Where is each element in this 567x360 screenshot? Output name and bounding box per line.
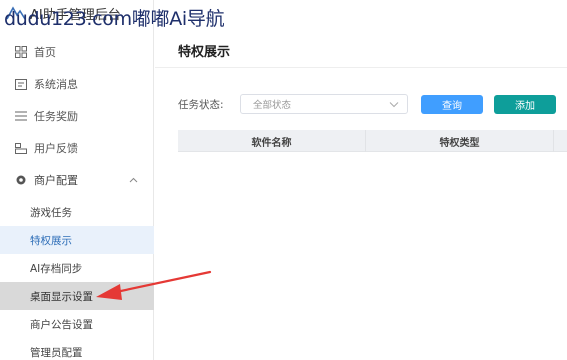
submenu-item-admin-config[interactable]: 管理员配置 xyxy=(0,338,154,360)
sidebar-item-merchant-config[interactable]: 商户配置 xyxy=(0,164,154,196)
chevron-down-icon xyxy=(389,100,399,111)
submenu-item-desktop-display-settings[interactable]: 桌面显示设置 xyxy=(0,282,154,310)
submenu-item-game-tasks[interactable]: 游戏任务 xyxy=(0,198,154,226)
message-icon xyxy=(14,77,28,91)
add-button[interactable]: 添加 xyxy=(494,95,556,114)
sidebar-item-messages[interactable]: 系统消息 xyxy=(0,68,154,100)
submenu-item-label: 管理员配置 xyxy=(30,346,83,359)
table-header: 软件名称 特权类型 xyxy=(178,130,567,152)
sidebar-item-label: 系统消息 xyxy=(34,78,78,91)
sidebar-item-label: 商户配置 xyxy=(34,174,78,187)
submenu-item-label: 桌面显示设置 xyxy=(30,290,93,303)
task-status-select[interactable]: 全部状态 xyxy=(240,94,408,114)
sidebar-item-rewards[interactable]: 任务奖励 xyxy=(0,100,154,132)
sidebar-item-home[interactable]: 首页 xyxy=(0,36,154,68)
select-value: 全部状态 xyxy=(253,100,292,111)
submenu: 游戏任务 特权展示 AI存档同步 桌面显示设置 商户公告设置 管理员配置 xyxy=(0,198,154,360)
submenu-item-label: AI存档同步 xyxy=(30,262,83,275)
column-header-software-name[interactable]: 软件名称 xyxy=(178,130,366,152)
submenu-item-label: 特权展示 xyxy=(30,234,72,247)
submenu-item-privilege-display[interactable]: 特权展示 xyxy=(0,226,154,254)
watermark: dudu123.com嘟嘟Ai导航 xyxy=(4,8,225,30)
list-icon xyxy=(14,109,28,123)
submenu-item-label: 游戏任务 xyxy=(30,206,72,219)
sidebar-item-feedback[interactable]: 用户反馈 xyxy=(0,132,154,164)
column-header-privilege-type[interactable]: 特权类型 xyxy=(366,130,554,152)
sidebar-item-label: 任务奖励 xyxy=(34,110,78,123)
column-header-extra xyxy=(554,130,567,152)
settings-icon xyxy=(14,173,28,187)
sidebar-item-label: 首页 xyxy=(34,46,56,59)
grid-icon xyxy=(14,45,28,59)
sidebar: 首页 系统消息 任务奖励 用户反馈 商户配置 游戏任务 特权展示 AI存档同步 … xyxy=(0,0,154,360)
filter-row: 任务状态: 全部状态 xyxy=(178,94,408,114)
feedback-icon xyxy=(14,141,28,155)
submenu-item-merchant-notice-settings[interactable]: 商户公告设置 xyxy=(0,310,154,338)
page-title: 特权展示 xyxy=(178,45,231,60)
sidebar-menu: 首页 系统消息 任务奖励 用户反馈 商户配置 xyxy=(0,36,154,196)
filter-label: 任务状态: xyxy=(178,98,224,111)
chevron-up-icon xyxy=(129,173,138,186)
sidebar-item-label: 用户反馈 xyxy=(34,142,78,155)
submenu-item-ai-archive-sync[interactable]: AI存档同步 xyxy=(0,254,154,282)
query-button[interactable]: 查询 xyxy=(421,95,483,114)
submenu-item-label: 商户公告设置 xyxy=(30,318,93,331)
